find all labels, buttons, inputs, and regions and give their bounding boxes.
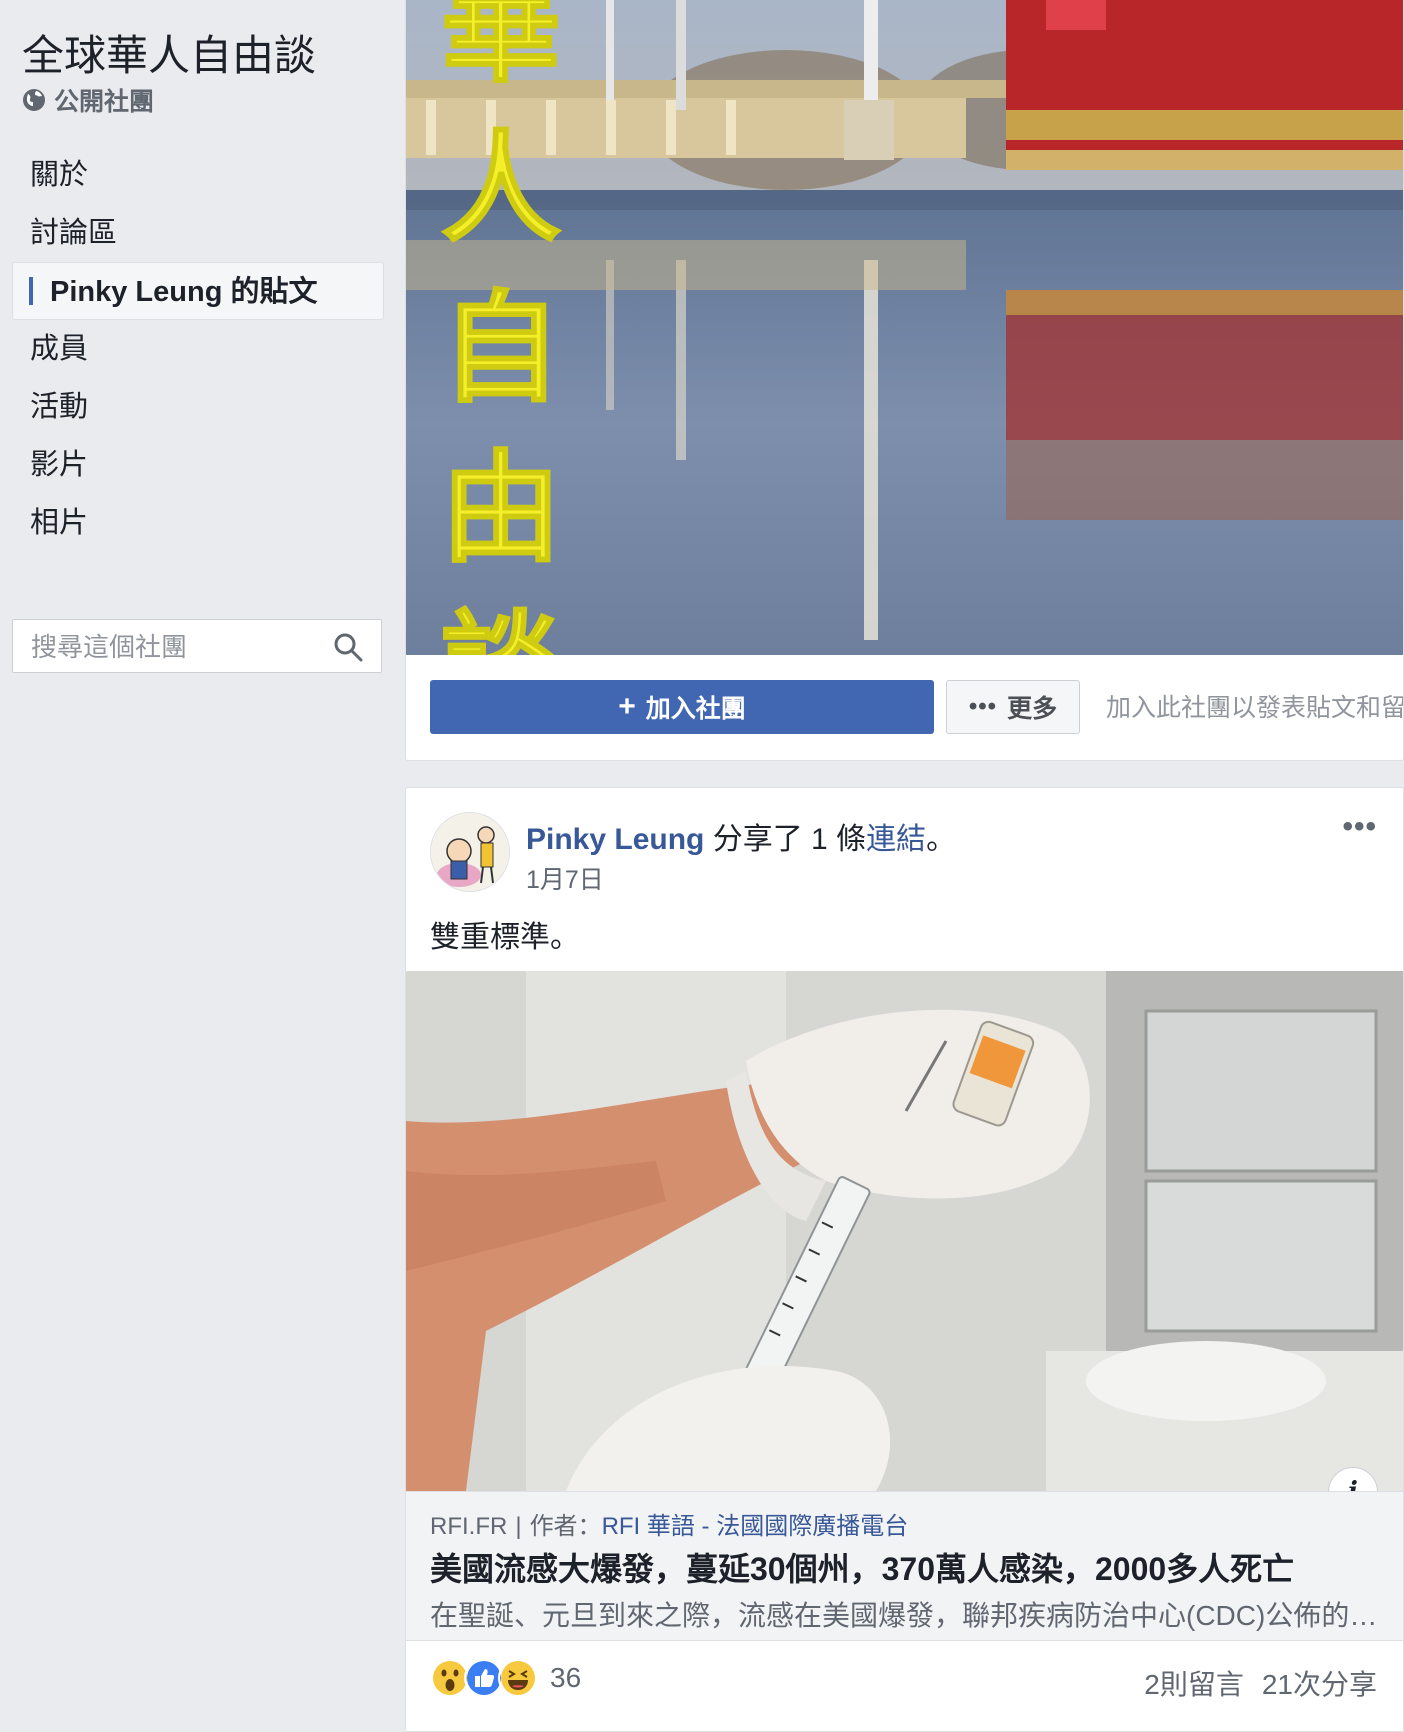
haha-icon <box>498 1658 538 1698</box>
group-search-input[interactable] <box>29 620 323 674</box>
link-preview-meta[interactable]: RFI.FR | 作者：RFI 華語 - 法國國際廣播電台 美國流感大爆發，蔓延30… <box>406 1491 1403 1641</box>
comments-count[interactable]: 2則留言 <box>1144 1669 1244 1700</box>
cover-title-text: 華 人 自 由 談 <box>440 0 562 655</box>
privacy-text: 公開社團 <box>54 88 155 116</box>
post-action-text: 分享了 1 條 <box>704 823 867 856</box>
link-author-prefix: 作者： <box>529 1513 602 1540</box>
group-cover-card: 華 人 自 由 談 + 加入社團 ••• 更多 加入此社團以發表貼文和留言 <box>405 0 1404 761</box>
search-icon[interactable] <box>333 632 363 662</box>
post-header: Pinky Leung 分享了 1 條連結。 <box>526 814 956 858</box>
nav-item-discussion[interactable]: 討論區 <box>12 204 384 262</box>
link-preview-image[interactable] <box>406 971 1404 1491</box>
link-source: RFI.FR | 作者：RFI 華語 - 法國國際廣播電台 <box>430 1506 908 1541</box>
group-nav: 關於 討論區 Pinky Leung 的貼文 成員 活動 影片 相片 <box>12 146 384 552</box>
post-options-icon[interactable]: ••• <box>1342 810 1377 844</box>
post-stats: 2則留言 21次分享 <box>1126 1663 1377 1703</box>
post-author-link[interactable]: Pinky Leung <box>526 823 704 856</box>
group-title[interactable]: 全球華人自由談 <box>22 22 316 83</box>
post-action-end: 。 <box>926 823 957 856</box>
cover-char-1: 華 <box>441 0 561 99</box>
post-card: Pinky Leung 分享了 1 條連結。 1月7日 ••• 雙重標準。 RF… <box>405 787 1404 1732</box>
reaction-count: 36 <box>550 1662 582 1693</box>
more-dots-icon: ••• <box>968 693 998 720</box>
privacy-label: 公開社團 <box>22 82 154 118</box>
cover-char-5: 談 <box>441 600 561 655</box>
link-author[interactable]: RFI 華語 - 法國國際廣播電台 <box>602 1513 909 1540</box>
avatar[interactable] <box>430 812 510 892</box>
link-separator: | <box>515 1513 522 1540</box>
cover-char-3: 自 <box>441 280 561 419</box>
nav-item-videos[interactable]: 影片 <box>12 436 384 494</box>
join-group-label: 加入社團 <box>645 695 746 723</box>
link-domain: RFI.FR <box>430 1513 508 1540</box>
cover-char-2: 人 <box>441 120 561 259</box>
nav-item-events[interactable]: 活動 <box>12 378 384 436</box>
link-title[interactable]: 美國流感大爆發，蔓延30個州，370萬人感染，2000多人死亡 <box>430 1544 1294 1590</box>
globe-icon <box>23 89 45 111</box>
join-group-button[interactable]: + 加入社團 <box>430 680 934 734</box>
post-timestamp[interactable]: 1月7日 <box>526 860 604 896</box>
cover-photo[interactable]: 華 人 自 由 談 <box>406 0 1404 655</box>
avatar-cartoon <box>431 813 509 891</box>
more-button[interactable]: ••• 更多 <box>946 680 1080 734</box>
nav-item-photos[interactable]: 相片 <box>12 494 384 552</box>
post-body-text: 雙重標準。 <box>430 921 580 954</box>
shares-count[interactable]: 21次分享 <box>1262 1669 1377 1700</box>
left-sidebar: 全球華人自由談 公開社團 關於 討論區 Pinky Leung 的貼文 成員 活… <box>0 0 400 1732</box>
nav-item-members[interactable]: 成員 <box>12 320 384 378</box>
plus-icon: + <box>618 690 636 723</box>
cover-char-4: 由 <box>441 440 561 579</box>
nav-item-about[interactable]: 關於 <box>12 146 384 204</box>
group-search-box <box>12 619 382 674</box>
post-shared-link[interactable]: 連結 <box>866 823 926 856</box>
nav-item-member-posts[interactable]: Pinky Leung 的貼文 <box>12 262 384 320</box>
reactions-summary[interactable]: 36 <box>430 1658 581 1698</box>
more-label: 更多 <box>1007 695 1058 723</box>
join-hint-text: 加入此社團以發表貼文和留言 <box>1106 694 1404 722</box>
link-description: 在聖誕、元旦到來之際，流感在美國爆發，聯邦疾病防治中心(CDC)公佈的數據顯示 <box>430 1600 1382 1631</box>
